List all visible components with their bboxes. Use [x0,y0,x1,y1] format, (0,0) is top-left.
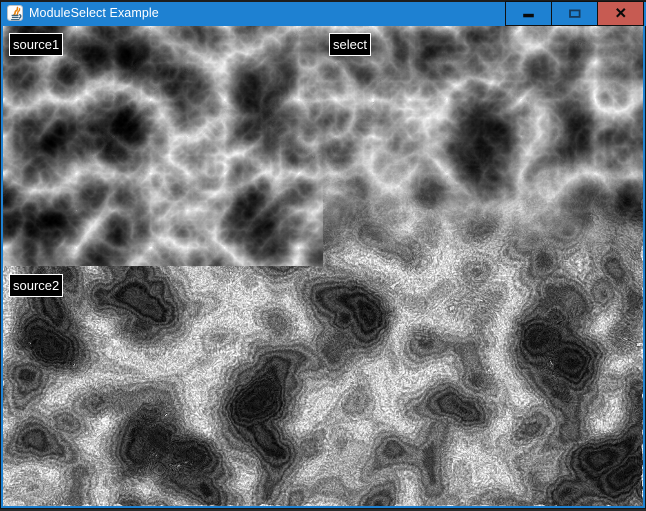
close-button[interactable] [597,1,644,26]
java-coffee-cup-icon [7,5,23,21]
select-label: select [329,33,371,56]
window-title: ModuleSelect Example [29,2,159,26]
source2-noise-layer [3,26,643,506]
app-window: ModuleSelect Example [0,0,646,509]
render-canvas: source1 select source2 [3,26,643,506]
minimize-icon [506,2,551,24]
window-controls [506,1,644,26]
maximize-icon [552,2,597,24]
close-icon [598,2,643,24]
select-blend-group [3,26,643,506]
noise-render [3,26,643,506]
source1-label: source1 [9,33,63,56]
source2-label: source2 [9,274,63,297]
maximize-button[interactable] [551,1,598,26]
minimize-button[interactable] [505,1,552,26]
titlebar[interactable]: ModuleSelect Example [2,2,646,26]
